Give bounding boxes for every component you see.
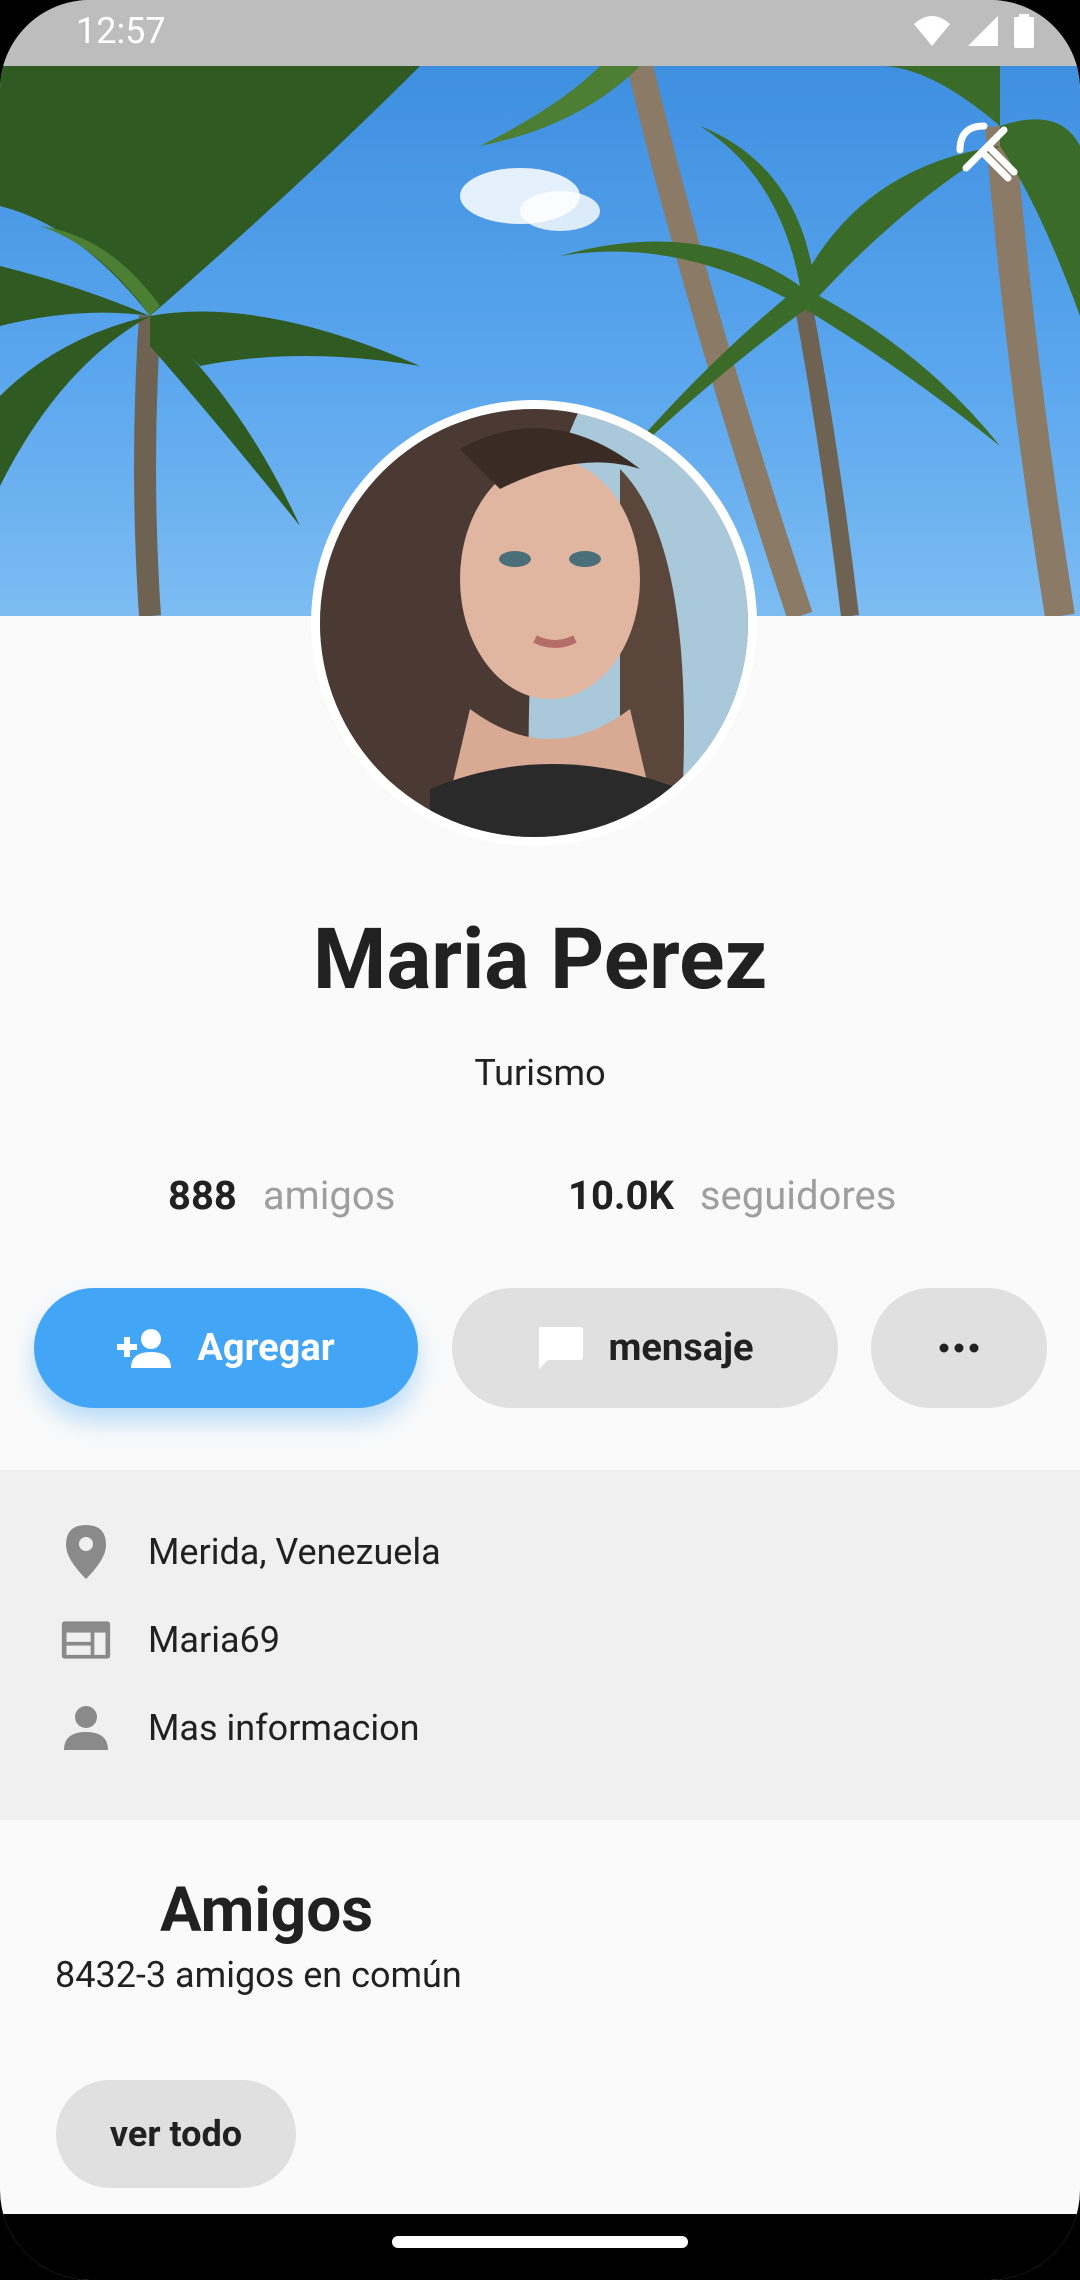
location-pin-icon <box>66 1525 106 1579</box>
info-panel: Merida, Venezuela Maria69 Mas informacio… <box>0 1470 1080 1820</box>
see-all-button[interactable]: ver todo <box>56 2080 296 2188</box>
web-card-icon <box>61 1621 111 1659</box>
message-label: mensaje <box>608 1326 754 1370</box>
more-horizontal-icon <box>939 1343 979 1353</box>
person-add-icon <box>117 1329 172 1368</box>
battery-icon <box>1014 14 1034 48</box>
info-location[interactable]: Merida, Venezuela <box>60 1525 441 1579</box>
status-icons <box>912 14 1034 48</box>
profile-name: Maria Perez <box>312 910 768 1009</box>
wifi-icon <box>914 16 950 46</box>
info-more-text: Mas informacion <box>148 1707 420 1749</box>
info-username-text: Maria69 <box>148 1619 281 1661</box>
signal-icon <box>968 16 998 46</box>
chat-bubble-icon <box>539 1327 584 1369</box>
info-username[interactable]: Maria69 <box>60 1614 280 1666</box>
avatar[interactable] <box>311 400 757 846</box>
stat-friends-label: amigos <box>262 1172 396 1219</box>
stat-followers[interactable]: 10.0K seguidores <box>568 1172 896 1219</box>
navigation-bar <box>0 2214 1080 2280</box>
person-icon <box>64 1706 108 1750</box>
profile-screen: 12:57 Maria Perez Turismo 888 amigos 10.… <box>0 0 1080 2280</box>
clean-brush-icon[interactable] <box>952 116 1022 186</box>
stat-friends[interactable]: 888 amigos <box>168 1172 395 1219</box>
message-button[interactable]: mensaje <box>452 1288 838 1408</box>
info-more[interactable]: Mas informacion <box>60 1702 420 1754</box>
profile-subtitle: Turismo <box>474 1052 606 1094</box>
stat-friends-value: 888 <box>168 1172 237 1219</box>
status-bar: 12:57 <box>0 0 1080 66</box>
home-handle[interactable] <box>392 2236 688 2248</box>
add-friend-button[interactable]: Agregar <box>34 1288 418 1408</box>
stat-followers-value: 10.0K <box>568 1172 674 1219</box>
status-time: 12:57 <box>76 10 166 52</box>
add-friend-label: Agregar <box>197 1326 335 1370</box>
more-options-button[interactable] <box>871 1288 1047 1408</box>
stat-followers-label: seguidores <box>699 1172 897 1219</box>
info-location-text: Merida, Venezuela <box>148 1531 441 1573</box>
friends-subtitle: 8432-3 amigos en común <box>55 1954 462 1996</box>
friends-title: Amigos <box>160 1874 374 1947</box>
